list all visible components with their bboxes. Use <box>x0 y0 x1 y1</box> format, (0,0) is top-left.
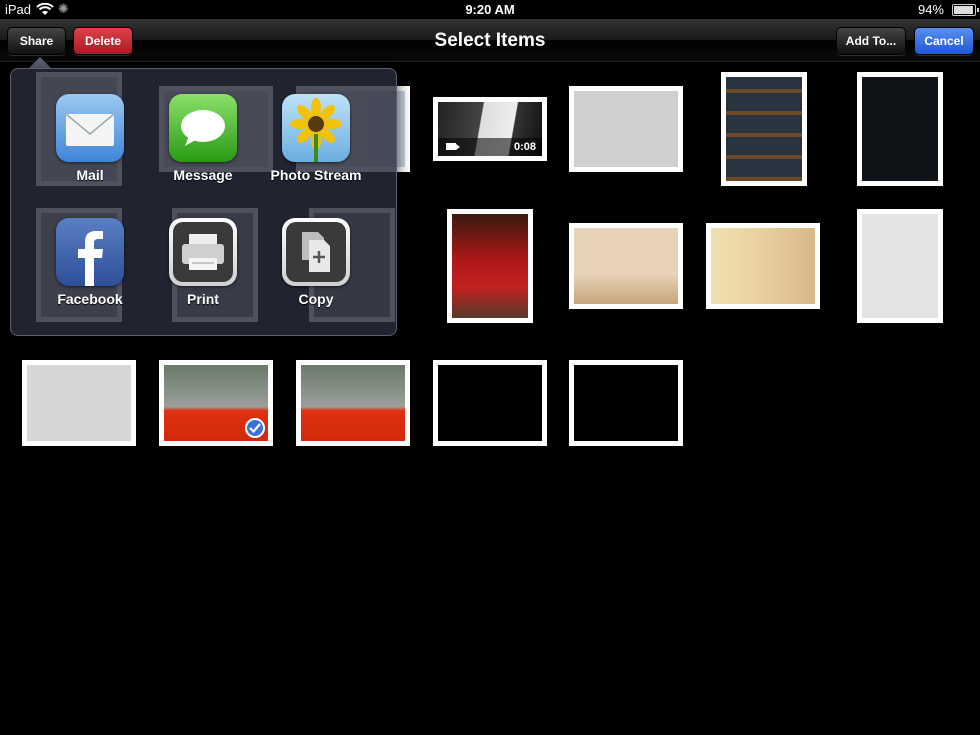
photo-thumbnail[interactable] <box>569 86 683 172</box>
share-option-photo-stream[interactable]: Photo Stream <box>261 94 371 183</box>
share-option-label: Facebook <box>57 291 123 307</box>
print-icon <box>169 218 237 286</box>
share-option-copy[interactable]: Copy <box>261 218 371 307</box>
add-to-button[interactable]: Add To... <box>836 27 906 55</box>
video-duration: 0:08 <box>513 141 536 153</box>
message-icon <box>169 94 237 162</box>
share-option-mail[interactable]: Mail <box>35 94 145 183</box>
photo-thumbnail[interactable] <box>22 360 136 446</box>
share-option-print[interactable]: Print <box>148 218 258 307</box>
battery-percent: 94% <box>917 2 944 17</box>
share-option-label: Photo Stream <box>270 167 362 183</box>
photo-thumbnail[interactable] <box>857 72 943 186</box>
share-option-message[interactable]: Message <box>148 94 258 183</box>
facebook-icon <box>56 218 124 286</box>
photo-thumbnail[interactable] <box>706 223 820 309</box>
battery-icon <box>952 4 979 16</box>
selected-checkmark-icon <box>245 418 265 438</box>
share-option-label: Message <box>173 167 233 183</box>
mail-icon <box>56 94 124 162</box>
video-camera-icon <box>446 143 460 150</box>
photo-thumbnail[interactable] <box>296 360 410 446</box>
page-title: Select Items <box>434 30 546 51</box>
photo-stream-icon <box>282 94 350 162</box>
video-info-bar: 0:08 <box>438 138 542 156</box>
share-option-facebook[interactable]: Facebook <box>35 218 145 307</box>
photo-thumbnail[interactable] <box>569 223 683 309</box>
status-time: 9:20 AM <box>465 2 515 17</box>
navigation-toolbar: Share Delete Select Items Add To... Canc… <box>0 19 980 62</box>
photo-thumbnail[interactable] <box>857 209 943 323</box>
share-option-label: Mail <box>76 167 104 183</box>
share-option-label: Print <box>187 291 219 307</box>
status-bar: iPad ✺ 9:20 AM 94% <box>0 0 980 19</box>
cancel-button[interactable]: Cancel <box>914 27 974 55</box>
photo-thumbnail[interactable] <box>569 360 683 446</box>
share-option-label: Copy <box>298 291 334 307</box>
photo-thumbnail[interactable] <box>433 360 547 446</box>
video-thumbnail[interactable]: 0:08 <box>433 97 547 161</box>
share-popover: Mail Message Photo Stream Facebook Print <box>10 68 397 336</box>
photo-thumbnail-selected[interactable] <box>159 360 273 446</box>
photo-thumbnail[interactable] <box>447 209 533 323</box>
photo-thumbnail[interactable] <box>721 72 807 186</box>
copy-icon <box>282 218 350 286</box>
